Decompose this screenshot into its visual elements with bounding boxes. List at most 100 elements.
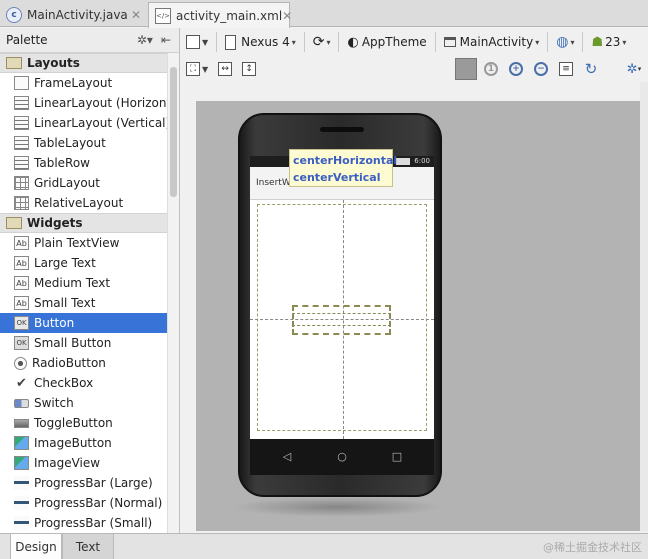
palette-item-button[interactable]: OK Button	[0, 313, 168, 333]
palette-item-label: Layouts	[27, 56, 80, 70]
folder-icon	[6, 57, 22, 69]
refresh-icon: ↻	[584, 60, 598, 78]
canvas-scrollbar[interactable]	[640, 82, 648, 531]
palette-item-label: FrameLayout	[34, 76, 113, 90]
folder-icon	[6, 217, 22, 229]
button-icon: OK	[14, 336, 29, 350]
palette-item-linearlayout-horizontal[interactable]: LinearLayout (Horizontal)	[0, 93, 179, 113]
fit-dropdown[interactable]: ⛶ ▼	[181, 58, 213, 80]
match-width-button[interactable]: ↔	[213, 58, 237, 80]
scrollbar-thumb[interactable]	[170, 67, 177, 197]
match-height-button[interactable]: ↕	[237, 58, 261, 80]
palette-list: Layouts FrameLayout LinearLayout (Horizo…	[0, 53, 179, 533]
activity-dropdown[interactable]: MainActivity ▾	[439, 31, 545, 53]
palette-item-plain-textview[interactable]: Ab Plain TextView	[0, 233, 168, 253]
status-time: 6:00	[414, 157, 430, 165]
palette-item-switch[interactable]: Switch	[0, 393, 168, 413]
tab-mainactivity-java[interactable]: c MainActivity.java ✕	[0, 2, 147, 27]
back-icon: ◁	[282, 450, 292, 463]
collapse-icon[interactable]: ⇤	[161, 33, 171, 47]
palette-item-radiobutton[interactable]: RadioButton	[0, 353, 168, 373]
recents-icon: □	[391, 450, 403, 463]
layout-toolbar: ▼ Nexus 4 ▾ ⟳ ▾ ◐ AppTheme MainActivity ▾ ◍…	[181, 28, 648, 56]
api-level-label: 23	[605, 35, 621, 49]
document-icon	[186, 35, 200, 49]
orientation-dropdown[interactable]: ⟳ ▾	[308, 31, 336, 53]
separator	[547, 32, 549, 52]
palette-item-relativelayout[interactable]: RelativeLayout	[0, 193, 168, 213]
switch-icon	[14, 398, 29, 408]
palette-category-widgets[interactable]: Widgets	[0, 213, 168, 233]
button-drop-inner	[292, 313, 391, 326]
palette-item-label: CheckBox	[34, 376, 94, 390]
relative-layout-icon	[14, 196, 29, 210]
vertical-arrows-icon: ↕	[242, 62, 257, 76]
configuration-dropdown[interactable]: ▼	[181, 31, 213, 53]
zoom-to-fit-button[interactable]	[455, 58, 477, 80]
tooltip-center-vertical: centerVertical	[293, 171, 381, 184]
settings-button[interactable]: ✲ ▾	[623, 58, 645, 80]
palette-item-linearlayout-vertical[interactable]: LinearLayout (Vertical)	[0, 113, 171, 133]
theme-dropdown[interactable]: ◐ AppTheme	[342, 31, 431, 53]
zoom-in-button[interactable]: +	[505, 58, 527, 80]
device-dropdown[interactable]: Nexus 4 ▾	[220, 31, 301, 53]
palette-item-label: Large Text	[34, 256, 96, 270]
button-icon: OK	[14, 316, 29, 330]
palette-item-imageview[interactable]: ImageView	[0, 453, 168, 473]
palette-item-progressbar-normal[interactable]: ProgressBar (Normal)	[0, 493, 168, 513]
device-icon	[225, 34, 237, 50]
palette-item-medium-text[interactable]: Ab Medium Text	[0, 273, 168, 293]
device-screen[interactable]: 6:00 InsertW	[250, 156, 434, 439]
palette-item-imagebutton[interactable]: ImageButton	[0, 433, 168, 453]
alignment-tooltip: centerHorizontal centerVertical	[289, 149, 398, 187]
palette-item-progressbar-large[interactable]: ProgressBar (Large)	[0, 473, 168, 493]
palette-item-framelayout[interactable]: FrameLayout	[0, 73, 168, 93]
linear-layout-icon	[14, 116, 29, 130]
palette-item-small-button[interactable]: OK Small Button	[0, 333, 168, 353]
android-icon: ☗	[591, 34, 604, 50]
zoom-out-button[interactable]: −	[530, 58, 552, 80]
zoom-actual-button[interactable]: 1	[480, 58, 502, 80]
tab-text[interactable]: Text	[62, 534, 114, 559]
screenshot-button[interactable]: ≡	[555, 58, 577, 80]
zoom-out-icon: −	[534, 62, 548, 76]
textview-icon: Ab	[14, 296, 29, 310]
palette-item-large-text[interactable]: Ab Large Text	[0, 253, 168, 273]
battery-icon	[396, 158, 410, 165]
fit-icon: ⛶	[186, 62, 200, 76]
globe-icon: ◍	[556, 34, 569, 50]
refresh-button[interactable]: ↻	[580, 58, 602, 80]
close-icon[interactable]: ✕	[131, 8, 141, 22]
relative-layout-preview[interactable]	[250, 200, 434, 439]
textview-icon: Ab	[14, 236, 29, 250]
palette-item-label: LinearLayout (Vertical)	[34, 116, 171, 130]
palette-item-label: LinearLayout (Horizontal)	[34, 96, 180, 110]
separator	[303, 32, 305, 52]
palette-item-small-text[interactable]: Ab Small Text	[0, 293, 168, 313]
palette-item-gridlayout[interactable]: GridLayout	[0, 173, 168, 193]
table-row-icon	[14, 156, 29, 170]
palette-scrollbar[interactable]	[167, 53, 179, 533]
palette-item-label: Switch	[34, 396, 74, 410]
close-icon[interactable]: ✕	[282, 9, 292, 23]
locale-dropdown[interactable]: ◍ ▾	[551, 31, 579, 53]
editor-tab-bar: c MainActivity.java ✕ </> activity_main.…	[0, 0, 648, 28]
image-icon	[14, 436, 29, 450]
api-level-dropdown[interactable]: ☗ 23 ▾	[586, 31, 631, 53]
linear-layout-icon	[14, 96, 29, 110]
palette-category-layouts[interactable]: Layouts	[0, 53, 168, 73]
activity-label: MainActivity	[459, 35, 534, 49]
palette-item-tablelayout[interactable]: TableLayout	[0, 133, 168, 153]
design-canvas[interactable]: 6:00 InsertW ◁ ○ □ centerHorizontal cent…	[196, 101, 648, 531]
grid-layout-icon	[14, 176, 29, 190]
palette-item-checkbox[interactable]: ✔ CheckBox	[0, 373, 168, 393]
tab-design[interactable]: Design	[10, 534, 62, 559]
palette-item-togglebutton[interactable]: ToggleButton	[0, 413, 168, 433]
tooltip-center-horizontal: centerHorizontal	[293, 154, 398, 167]
palette-item-label: Small Button	[34, 336, 112, 350]
gear-icon[interactable]: ✲▾	[137, 33, 153, 47]
theme-label: AppTheme	[361, 35, 427, 49]
palette-item-progressbar-small[interactable]: ProgressBar (Small)	[0, 513, 168, 533]
tab-activity-main-xml[interactable]: </> activity_main.xml ✕	[148, 2, 292, 28]
palette-item-tablerow[interactable]: TableRow	[0, 153, 168, 173]
